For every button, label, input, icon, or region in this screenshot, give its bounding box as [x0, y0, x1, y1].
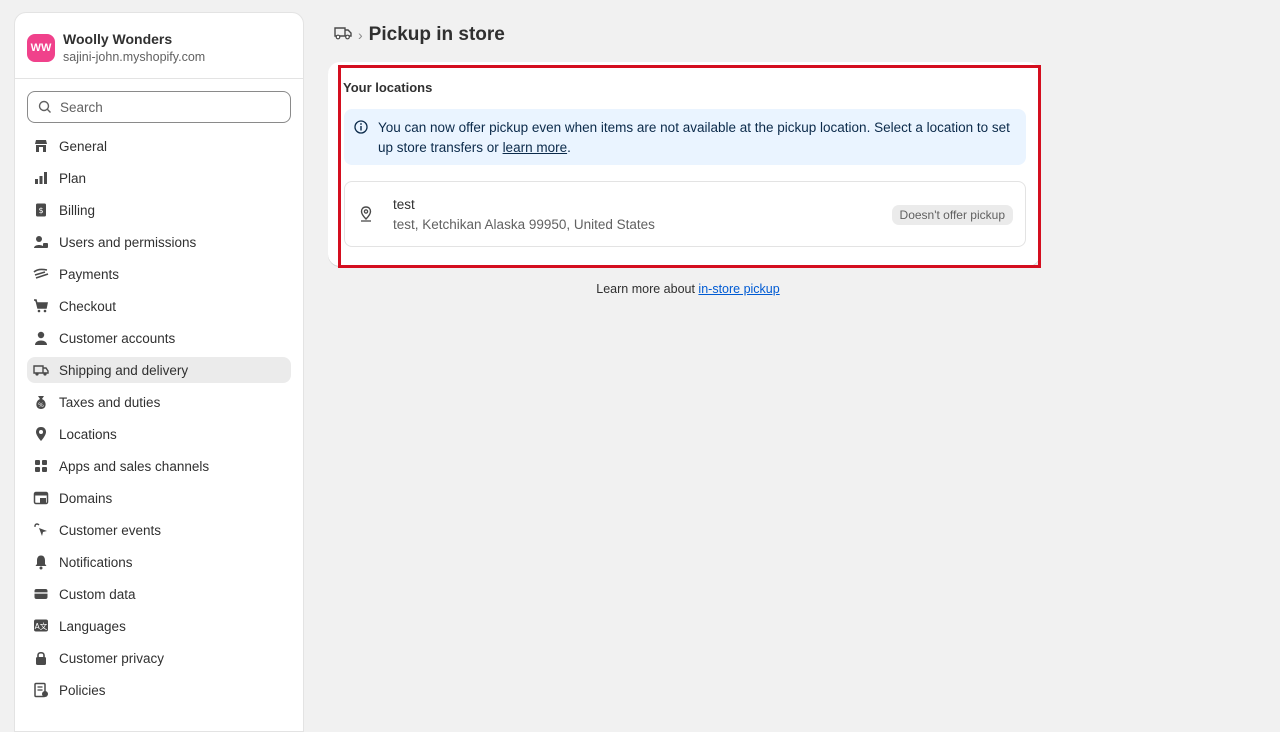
- sidebar-item-label: Apps and sales channels: [59, 458, 210, 474]
- sidebar-item-taxes[interactable]: % Taxes and duties: [27, 389, 291, 415]
- sidebar-item-checkout[interactable]: Checkout: [27, 293, 291, 319]
- sidebar-item-billing[interactable]: $ Billing: [27, 197, 291, 223]
- settings-nav: General Plan $ Billing Users and permissi…: [15, 133, 303, 703]
- sidebar-item-policies[interactable]: Policies: [27, 677, 291, 703]
- truck-icon: [33, 362, 49, 378]
- users-icon: [33, 234, 49, 250]
- learn-more-link[interactable]: learn more: [503, 140, 568, 155]
- payments-icon: [33, 266, 49, 282]
- sidebar-item-payments[interactable]: Payments: [27, 261, 291, 287]
- location-address: test, Ketchikan Alaska 99950, United Sta…: [393, 217, 655, 232]
- store-icon: [33, 138, 49, 154]
- sidebar-item-apps[interactable]: Apps and sales channels: [27, 453, 291, 479]
- search-input[interactable]: Search: [27, 91, 291, 123]
- cursor-icon: [33, 522, 49, 538]
- svg-text:%: %: [38, 402, 44, 409]
- sidebar-item-label: Policies: [59, 682, 106, 698]
- store-name: Woolly Wonders: [63, 31, 173, 47]
- search-icon: [38, 100, 51, 113]
- sidebar-item-label: Domains: [59, 490, 113, 506]
- location-icon: [33, 426, 49, 442]
- sidebar-item-plan[interactable]: Plan: [27, 165, 291, 191]
- apps-icon: [33, 458, 49, 474]
- store-header[interactable]: WW Woolly Wonders sajini-john.myshopify.…: [15, 13, 303, 79]
- card-title: Your locations: [343, 80, 433, 95]
- locations-card: Your locations You can now offer pickup …: [328, 62, 1040, 266]
- sidebar-item-custom-data[interactable]: Custom data: [27, 581, 291, 607]
- sidebar-item-label: Customer privacy: [59, 650, 165, 666]
- billing-icon: $: [33, 202, 49, 218]
- sidebar-item-general[interactable]: General: [27, 133, 291, 159]
- status-badge: Doesn't offer pickup: [891, 205, 1013, 225]
- sidebar-item-languages[interactable]: A文 Languages: [27, 613, 291, 639]
- svg-text:$: $: [38, 206, 43, 215]
- info-icon: [354, 120, 368, 140]
- main-content: › Pickup in store Your locations You can…: [328, 0, 1050, 296]
- data-icon: [33, 586, 49, 602]
- sidebar-item-label: Customer events: [59, 522, 162, 538]
- lock-icon: [33, 650, 49, 666]
- policies-icon: [33, 682, 49, 698]
- page-title: Pickup in store: [368, 24, 505, 45]
- domains-icon: [33, 490, 49, 506]
- sidebar-item-users[interactable]: Users and permissions: [27, 229, 291, 255]
- truck-icon[interactable]: [334, 26, 352, 45]
- languages-icon: A文: [33, 618, 49, 634]
- sidebar-item-label: Checkout: [59, 298, 117, 314]
- store-domain: sajini-john.myshopify.com: [63, 50, 206, 64]
- sidebar-item-customer-events[interactable]: Customer events: [27, 517, 291, 543]
- banner-end: .: [567, 140, 571, 155]
- cart-icon: [33, 298, 49, 314]
- sidebar-item-label: Users and permissions: [59, 234, 197, 250]
- search-placeholder: Search: [60, 99, 103, 115]
- sidebar-item-label: Billing: [59, 202, 96, 218]
- svg-text:A文: A文: [35, 621, 48, 631]
- sidebar-item-label: Taxes and duties: [59, 394, 161, 410]
- sidebar-item-domains[interactable]: Domains: [27, 485, 291, 511]
- sidebar-item-label: Locations: [59, 426, 117, 442]
- breadcrumb-separator: ›: [358, 27, 363, 43]
- bell-icon: [33, 554, 49, 570]
- sidebar-item-label: General: [59, 138, 108, 154]
- location-row[interactable]: test test, Ketchikan Alaska 99950, Unite…: [344, 181, 1026, 247]
- sidebar-item-customer-privacy[interactable]: Customer privacy: [27, 645, 291, 671]
- footer-text: Learn more about: [596, 282, 699, 296]
- sidebar-item-label: Shipping and delivery: [59, 362, 189, 378]
- settings-sidebar: WW Woolly Wonders sajini-john.myshopify.…: [14, 12, 304, 732]
- sidebar-item-customer-accounts[interactable]: Customer accounts: [27, 325, 291, 351]
- sidebar-item-label: Customer accounts: [59, 330, 176, 346]
- sidebar-item-shipping[interactable]: Shipping and delivery: [27, 357, 291, 383]
- tax-icon: %: [33, 394, 49, 410]
- sidebar-item-label: Notifications: [59, 554, 133, 570]
- store-avatar: WW: [27, 33, 55, 62]
- sidebar-item-locations[interactable]: Locations: [27, 421, 291, 447]
- sidebar-item-label: Custom data: [59, 586, 136, 602]
- sidebar-item-label: Languages: [59, 618, 126, 634]
- sidebar-item-label: Plan: [59, 170, 87, 186]
- info-banner: You can now offer pickup even when items…: [344, 109, 1026, 165]
- banner-text: You can now offer pickup even when items…: [378, 120, 1010, 155]
- in-store-pickup-link[interactable]: in-store pickup: [698, 282, 779, 296]
- sidebar-item-label: Payments: [59, 266, 120, 282]
- person-icon: [33, 330, 49, 346]
- breadcrumb: › Pickup in store: [330, 0, 1050, 70]
- sidebar-item-notifications[interactable]: Notifications: [27, 549, 291, 575]
- plan-icon: [33, 170, 49, 186]
- learn-more-footer: Learn more about in-store pickup: [330, 282, 1046, 296]
- location-pin-icon: [359, 206, 373, 227]
- location-name: test: [393, 197, 415, 212]
